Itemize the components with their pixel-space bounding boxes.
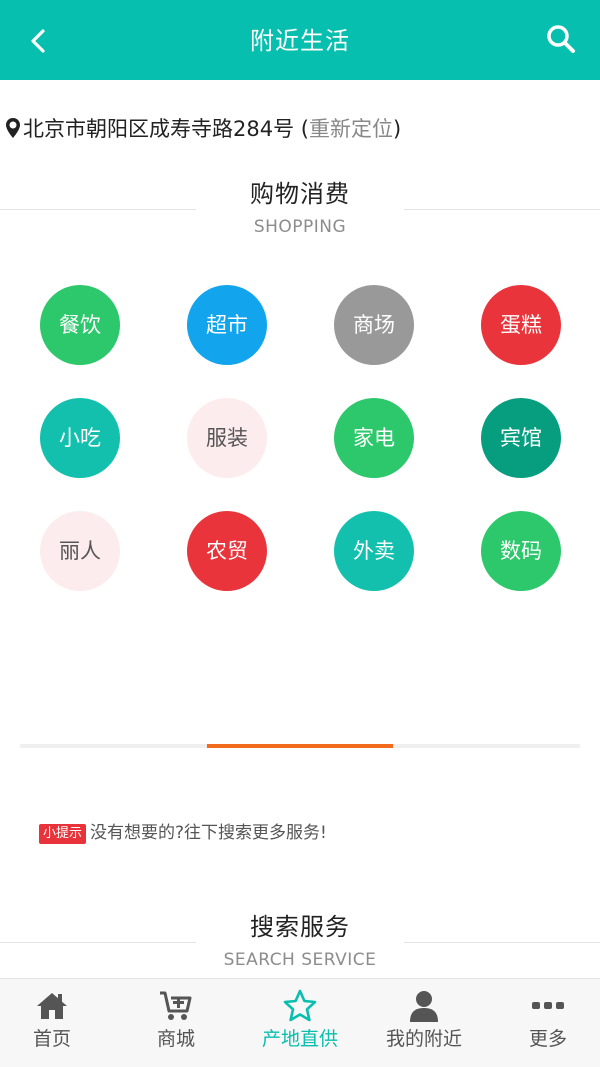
location-close-paren: ): [392, 117, 402, 141]
search-service-header: 搜索服务 SEARCH SERVICE: [0, 909, 600, 975]
divider-line-left: [0, 942, 196, 943]
category-item[interactable]: 餐饮: [40, 285, 120, 365]
tab-label: 我的附近: [385, 1028, 462, 1050]
shopping-title: 购物消费: [250, 180, 350, 208]
home-icon: [37, 993, 67, 1019]
divider-line-right: [404, 942, 600, 943]
relocate-link[interactable]: 重新定位: [309, 117, 393, 141]
category-item[interactable]: 数码: [481, 511, 561, 591]
cart-plus-icon: [160, 991, 192, 1020]
divider-line-left: [0, 209, 196, 210]
tab-label: 商城: [156, 1028, 195, 1050]
shopping-section-header: 购物消费 SHOPPING: [0, 176, 600, 242]
location-bar: 北京市朝阳区成寿寺路284号 (重新定位): [6, 112, 401, 146]
search-icon: [547, 25, 575, 53]
tab-my-nearby[interactable]: 我的附近: [364, 979, 484, 1059]
category-item[interactable]: 农贸: [187, 511, 267, 591]
search-button[interactable]: [544, 22, 578, 56]
star-icon: [283, 989, 317, 1022]
tab-label: 产地直供: [261, 1028, 338, 1050]
category-item[interactable]: 商场: [334, 285, 414, 365]
tip-badge: 小提示: [39, 824, 87, 844]
tab-label: 更多: [528, 1028, 567, 1050]
page-indicator-active: [207, 744, 393, 748]
user-icon: [410, 991, 438, 1022]
page-title: 附近生活: [250, 27, 350, 55]
category-item[interactable]: 蛋糕: [481, 285, 561, 365]
category-item[interactable]: 超市: [187, 285, 267, 365]
shopping-subtitle: SHOPPING: [253, 217, 347, 237]
tip-row: 小提示 没有想要的?往下搜索更多服务!: [39, 820, 327, 846]
search-service-subtitle: SEARCH SERVICE: [223, 950, 377, 970]
category-item[interactable]: 家电: [334, 398, 414, 478]
more-icon: [532, 1002, 564, 1009]
tab-more[interactable]: 更多: [488, 979, 600, 1059]
tab-mall[interactable]: 商城: [116, 979, 236, 1059]
location-pin-icon: [6, 118, 20, 138]
tip-text: 没有想要的?往下搜索更多服务!: [90, 823, 327, 843]
location-open-paren: (: [294, 117, 309, 141]
category-item[interactable]: 丽人: [40, 511, 120, 591]
location-address: 北京市朝阳区成寿寺路284号: [23, 117, 295, 141]
page-indicator: [20, 744, 580, 748]
page: 附近生活 北京市朝阳区成寿寺路284号 (重新定位) 购物消费 SHOPPING…: [0, 0, 600, 1067]
category-item[interactable]: 服装: [187, 398, 267, 478]
search-service-title: 搜索服务: [250, 913, 350, 941]
header-bar: 附近生活: [0, 0, 600, 80]
tab-home[interactable]: 首页: [0, 979, 112, 1059]
category-item[interactable]: 外卖: [334, 511, 414, 591]
bottom-tab-bar: 首页 商城 产地直供 我的附近 更多: [0, 978, 600, 1067]
category-item[interactable]: 小吃: [40, 398, 120, 478]
divider-line-right: [404, 209, 600, 210]
category-item[interactable]: 宾馆: [481, 398, 561, 478]
tab-label: 首页: [32, 1028, 71, 1050]
tab-origin-direct[interactable]: 产地直供: [240, 979, 360, 1059]
